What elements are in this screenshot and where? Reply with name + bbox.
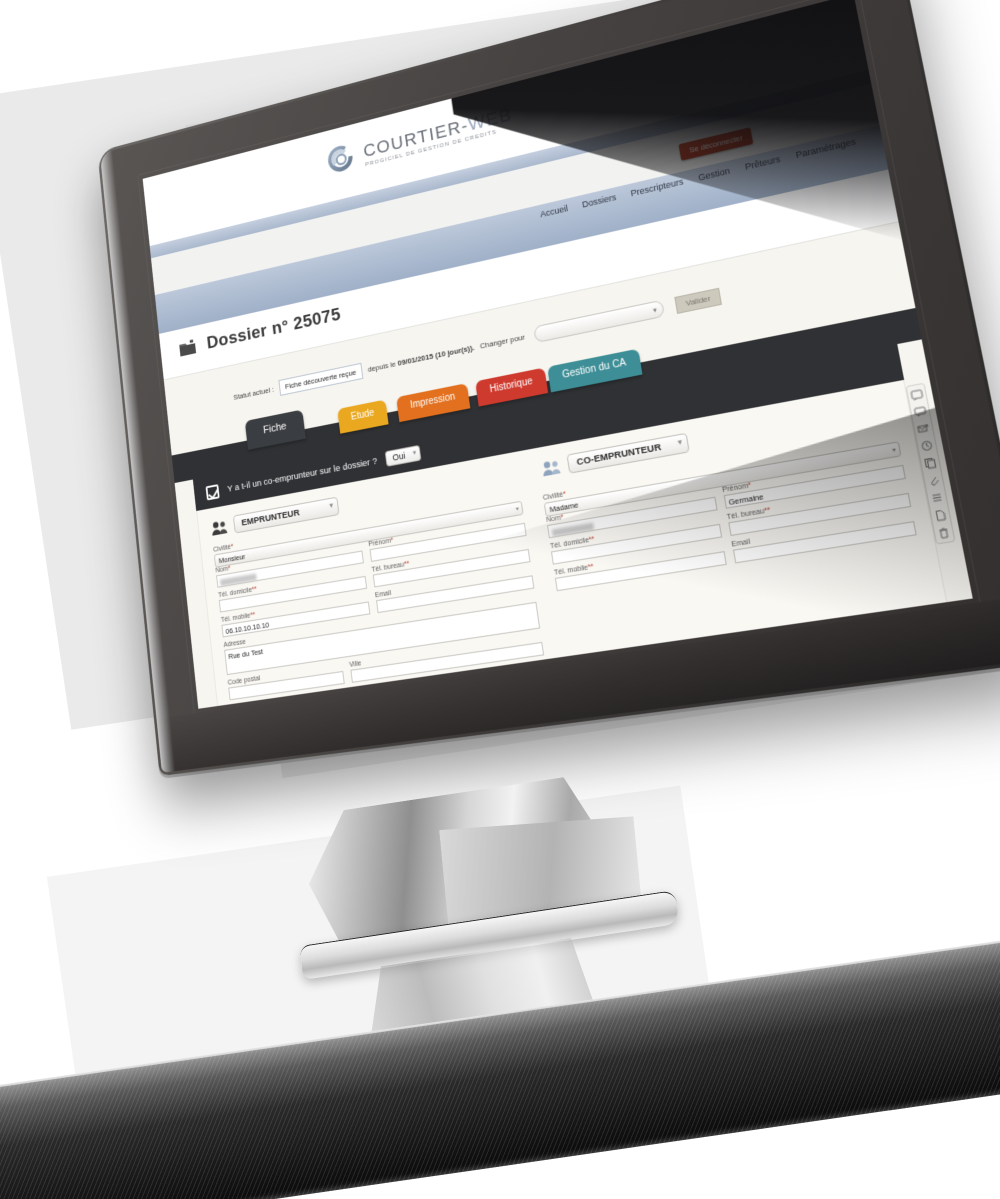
- web-page: COURTIER-WEB PROGICIEL DE GESTION DE CRE…: [142, 0, 973, 709]
- monitor-bezel-inner: COURTIER-WEB PROGICIEL DE GESTION DE CRE…: [99, 0, 1000, 773]
- pencil-icon[interactable]: [936, 702, 953, 709]
- coborrower-select-value: Oui: [391, 450, 406, 463]
- coborrower-civilite-select[interactable]: Madame ▾: [543, 441, 902, 518]
- chevron-down-icon: ▾: [515, 506, 520, 513]
- coborrower-tel-mobile-field: Tél. mobile**: [554, 543, 727, 592]
- coborrower-nom-label: Nom*: [545, 514, 565, 525]
- monitor-assembly: COURTIER-WEB PROGICIEL DE GESTION DE CRE…: [0, 0, 1000, 850]
- coborrower-prenom-input[interactable]: Germaine: [723, 464, 906, 509]
- logout-button[interactable]: Se déconnecter: [678, 127, 754, 161]
- copy-icon[interactable]: [923, 456, 938, 470]
- tab-historique[interactable]: Historique: [475, 367, 549, 407]
- chevron-down-icon: ▾: [652, 307, 658, 315]
- document-icon[interactable]: [933, 508, 948, 522]
- coborrower-email-label: Email: [730, 538, 751, 549]
- origine-label: Origine*: [741, 695, 924, 709]
- status-change-select[interactable]: ▾: [533, 299, 665, 344]
- coborrower-civilite-value: Madame: [549, 500, 580, 515]
- monitor: COURTIER-WEB PROGICIEL DE GESTION DE CRE…: [97, 0, 1000, 777]
- borrower-civilite-value: Monsieur: [218, 552, 246, 566]
- coborrower-tel-domicile-field: Tél. domicile**: [549, 515, 722, 565]
- chevron-down-icon: ▾: [412, 449, 417, 457]
- note-icon[interactable]: [910, 388, 925, 402]
- status-since-prefix: depuis le: [367, 359, 397, 374]
- screenshot-stage: COURTIER-WEB PROGICIEL DE GESTION DE CRE…: [0, 0, 1000, 1199]
- nav-item-prescripteurs[interactable]: Prescripteurs: [630, 177, 684, 199]
- coborrower-email-input[interactable]: [732, 521, 917, 564]
- coborrower-name-row: Nom* Prénom* Germaine: [545, 456, 906, 539]
- coborrower-tel-bureau-field: Tél. bureau**: [726, 484, 912, 537]
- status-current-value: Fiche découverte reçue: [278, 362, 364, 396]
- coborrower-civilite-field: Civilité* Madame ▾: [542, 433, 902, 518]
- borrower-heading: EMPRUNTEUR: [240, 507, 301, 529]
- trash-icon[interactable]: [936, 526, 951, 540]
- coborrower-prenom-field: Prénom* Germaine: [722, 456, 906, 509]
- origine-field: Origine* Prescripteurs ▾: [741, 695, 928, 709]
- brand-text: COURTIER-WEB PROGICIEL DE GESTION DE CRE…: [362, 105, 515, 171]
- comment-icon[interactable]: [913, 405, 928, 419]
- mail-forward-icon[interactable]: [916, 422, 931, 436]
- redaction-block: [551, 522, 595, 537]
- coborrower-phone-row-2: Tél. mobile** Email: [554, 512, 917, 592]
- coborrower-prenom-label: Prénom*: [721, 482, 752, 495]
- coborrower-civilite-label: Civilité*: [542, 490, 567, 502]
- chevron-down-icon: ▾: [891, 447, 897, 455]
- nav-item-accueil[interactable]: Accueil: [539, 203, 568, 219]
- nav-item-preteurs[interactable]: Prêteurs: [744, 154, 781, 172]
- coborrower-tel-bureau-label: Tél. bureau**: [726, 506, 771, 522]
- chevron-down-icon: ▾: [677, 438, 683, 447]
- coborrower-tel-bureau-input[interactable]: [727, 492, 912, 537]
- coborrower-phone-row-1: Tél. domicile** Tél. bureau**: [550, 484, 912, 565]
- coborrower-email-field: Email: [730, 512, 917, 564]
- list-icon[interactable]: [930, 491, 945, 505]
- chevron-down-icon: ▾: [917, 708, 923, 709]
- monitor-screen: COURTIER-WEB PROGICIEL DE GESTION DE CRE…: [142, 0, 973, 709]
- coborrower-column: Civilité* Madame ▾ Nom* Prénom* Germaine…: [543, 433, 932, 666]
- people-icon: [541, 457, 563, 476]
- chevron-down-icon: ▾: [329, 502, 334, 510]
- status-since: depuis le 09/01/2015 (10 jour(s)).: [367, 343, 475, 374]
- status-since-date: 09/01/2015: [397, 351, 434, 368]
- folder-icon: [178, 338, 198, 358]
- coborrower-tel-domicile-label: Tél. domicile**: [549, 536, 595, 551]
- status-change-label: Changer pour: [479, 332, 526, 351]
- clock-icon[interactable]: [920, 439, 935, 453]
- coborrower-party-select[interactable]: CO-EMPRUNTEUR ▾: [566, 432, 690, 474]
- validate-status-button[interactable]: Valider: [674, 287, 723, 314]
- origine-select[interactable]: Prescripteurs ▾: [742, 704, 928, 709]
- coborrower-nom-input[interactable]: [547, 496, 718, 539]
- side-toolbar: [905, 382, 956, 545]
- nav-item-gestion[interactable]: Gestion: [697, 166, 730, 183]
- people-icon: [210, 518, 229, 536]
- coborrower-heading: CO-EMPRUNTEUR: [575, 441, 663, 469]
- tab-gestion-du-ca[interactable]: Gestion du CA: [547, 348, 643, 393]
- checkbox-check-icon: [205, 483, 220, 501]
- nav-item-dossiers[interactable]: Dossiers: [581, 192, 616, 209]
- redaction-block: [219, 573, 257, 586]
- monitor-bezel-outer: COURTIER-WEB PROGICIEL DE GESTION DE CRE…: [97, 0, 1000, 777]
- coborrower-select[interactable]: Oui ▾: [385, 444, 422, 467]
- logo-swirl-icon: [321, 136, 360, 180]
- nav-item-parametrages[interactable]: Paramétrages: [795, 136, 857, 160]
- status-label: Statut actuel :: [232, 385, 275, 402]
- coborrower-tel-mobile-label: Tél. mobile**: [553, 563, 595, 577]
- coborrower-tel-mobile-input[interactable]: [554, 551, 727, 592]
- status-since-days: (10 jour(s)).: [434, 343, 475, 360]
- coborrower-header: CO-EMPRUNTEUR ▾: [540, 396, 893, 479]
- attachment-icon[interactable]: [926, 473, 941, 487]
- coborrower-nom-field: Nom*: [545, 488, 718, 539]
- coborrower-tel-domicile-input[interactable]: [550, 523, 722, 565]
